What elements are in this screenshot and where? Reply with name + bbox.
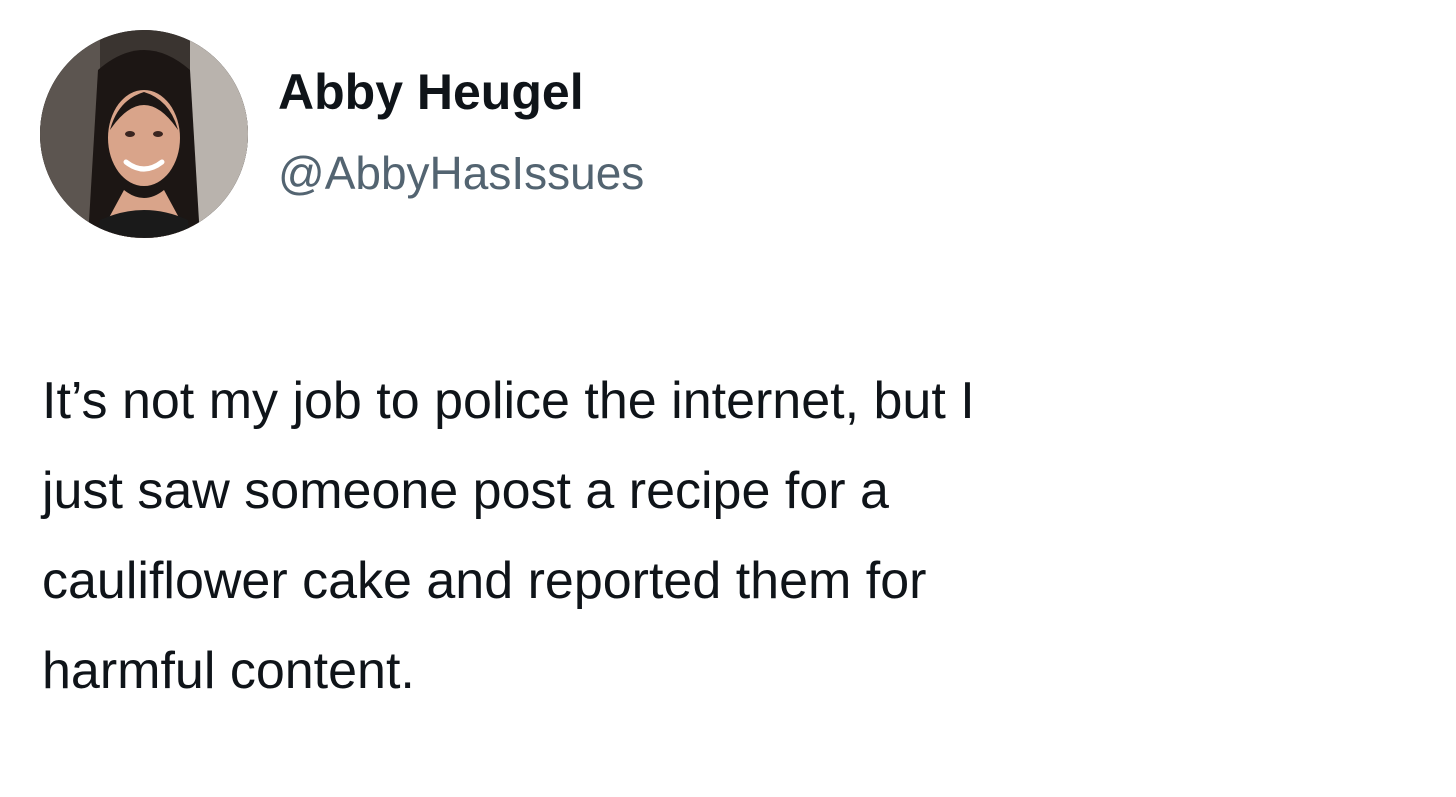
- profile-photo-icon: [40, 30, 248, 238]
- tweet-text-line: just saw someone post a recipe for a: [42, 462, 889, 520]
- display-name[interactable]: Abby Heugel: [278, 60, 644, 124]
- avatar[interactable]: [40, 30, 248, 238]
- tweet-text: It’s not my job to police the internet, …: [42, 356, 1422, 716]
- tweet-text-line: harmful content.: [42, 642, 415, 700]
- user-info: Abby Heugel @AbbyHasIssues: [278, 60, 644, 202]
- user-handle[interactable]: @AbbyHasIssues: [278, 144, 644, 202]
- tweet-text-line: cauliflower cake and reported them for: [42, 552, 927, 610]
- tweet-card: Abby Heugel @AbbyHasIssues It’s not my j…: [0, 0, 1456, 797]
- tweet-text-line: It’s not my job to police the internet, …: [42, 372, 975, 430]
